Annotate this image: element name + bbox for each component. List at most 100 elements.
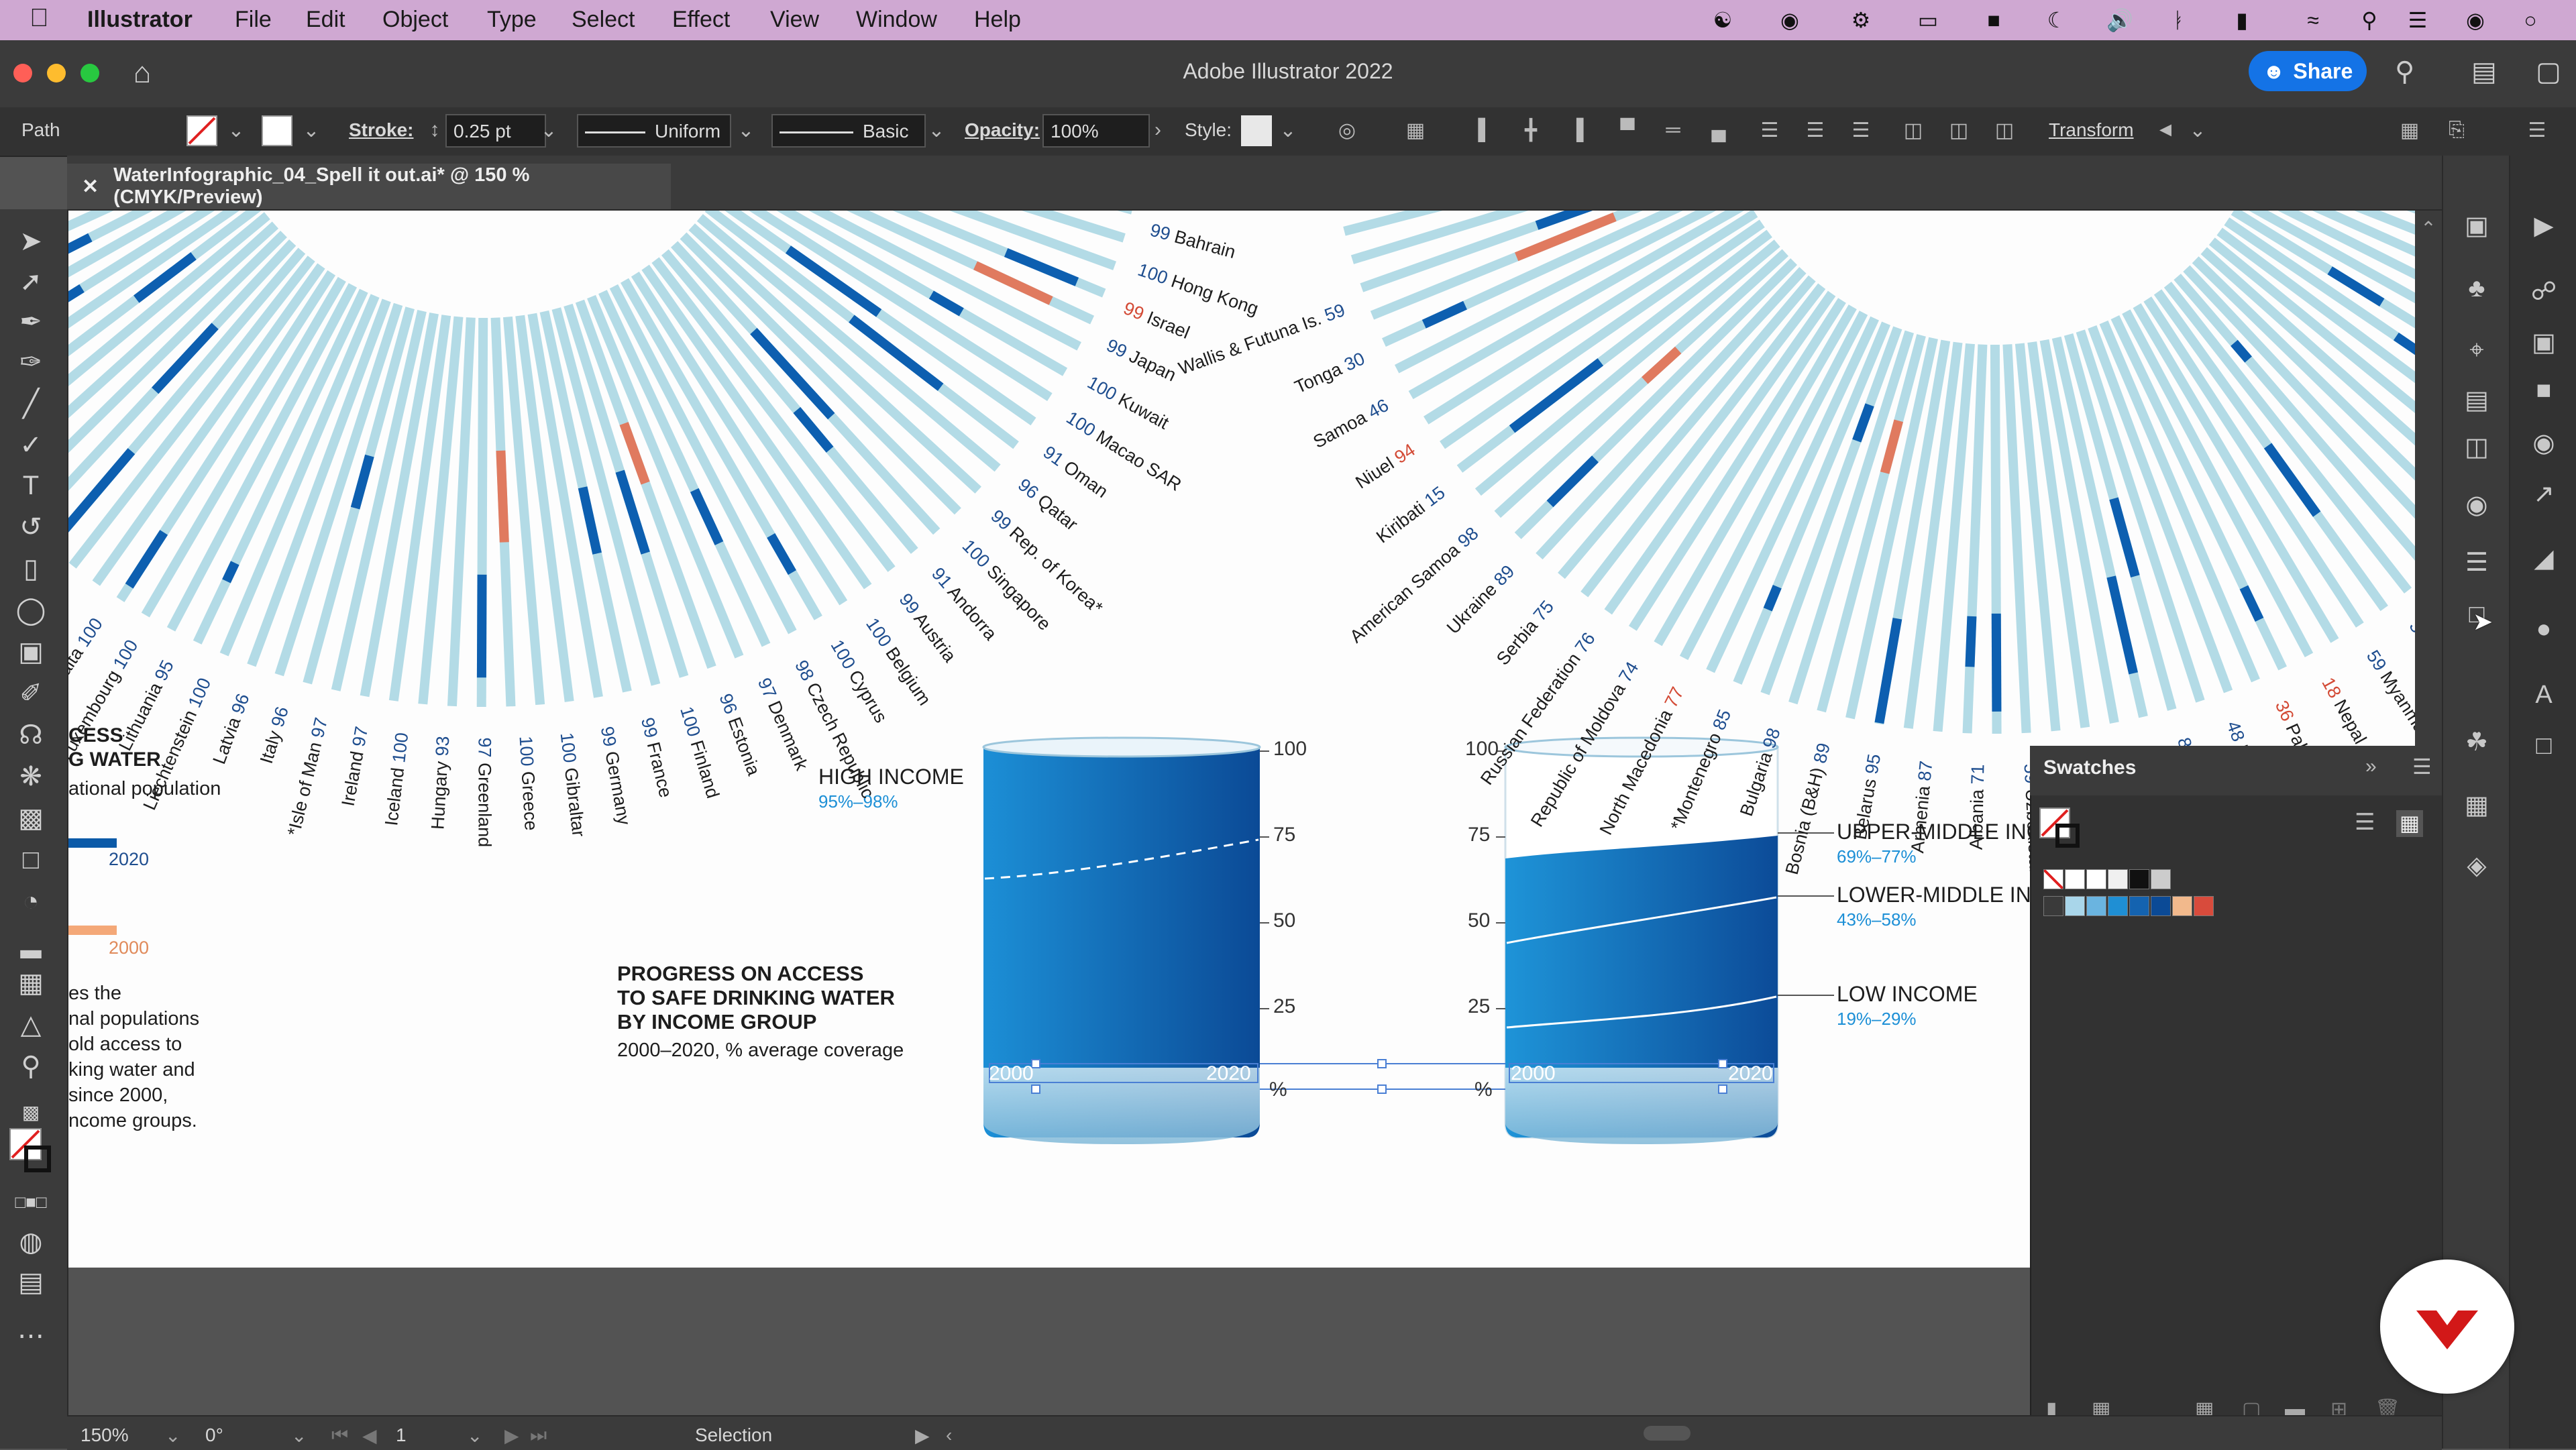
align-vertical-center-icon[interactable]: ═: [1658, 115, 1688, 145]
distribute-vertical-center-icon[interactable]: ☰: [1801, 115, 1830, 145]
eraser-tool-icon[interactable]: ▯: [12, 550, 50, 588]
night-mode-icon[interactable]: ☾: [2042, 7, 2072, 34]
align-panel-icon[interactable]: ▤: [2458, 381, 2496, 419]
link-options-icon[interactable]: ⎘: [2442, 115, 2471, 145]
bluetooth-icon[interactable]: ᛓ: [2164, 7, 2194, 34]
slice-tool-icon[interactable]: ▦: [12, 964, 50, 1002]
anchor-handle[interactable]: [1377, 1059, 1387, 1068]
style-chevron-icon[interactable]: ⌄: [1273, 115, 1303, 145]
transparency-panel-icon[interactable]: ◢: [2525, 539, 2563, 577]
distribute-right-icon[interactable]: ◫: [1990, 115, 2019, 145]
document-tab[interactable]: ✕ WaterInfographic_04_Spell it out.ai* @…: [67, 164, 671, 209]
pen-tool-icon[interactable]: ✒: [12, 303, 50, 341]
search-icon[interactable]: ⚲: [2395, 56, 2428, 90]
color-panel-icon[interactable]: ●: [2525, 610, 2563, 648]
zoom-tool-icon[interactable]: ⚲: [12, 1048, 50, 1085]
direct-selection-tool-icon[interactable]: ➚: [12, 263, 50, 300]
pie-graph-tool-icon[interactable]: ◔: [12, 883, 50, 920]
next-artboard-icon[interactable]: ▶: [504, 1425, 519, 1447]
edit-toolbar-icon[interactable]: ⋯: [12, 1317, 50, 1355]
color-swatch[interactable]: [2129, 869, 2149, 889]
battery-icon[interactable]: ▮: [2227, 7, 2257, 34]
layers-panel-icon[interactable]: ◈: [2458, 846, 2496, 884]
shape-builder-tool-icon[interactable]: ◯: [12, 592, 50, 629]
align-right-icon[interactable]: ▐: [1562, 115, 1591, 145]
artboard-tool-icon[interactable]: □: [12, 841, 50, 879]
eyedropper-tool-icon[interactable]: ✐: [12, 675, 50, 712]
distribute-top-icon[interactable]: ☰: [1755, 115, 1784, 145]
menu-select[interactable]: Select: [572, 7, 635, 33]
align-to-selection-icon[interactable]: ▦: [1401, 115, 1430, 145]
glyphs-panel-icon[interactable]: □: [2525, 727, 2563, 765]
opacity-input[interactable]: 100%: [1042, 114, 1150, 148]
creative-cloud-icon[interactable]: ☯: [1708, 7, 1737, 34]
close-tab-icon[interactable]: ✕: [82, 175, 99, 199]
menu-type[interactable]: Type: [487, 7, 537, 33]
perspective-grid-tool-icon[interactable]: △: [12, 1006, 50, 1044]
collapse-panel-icon[interactable]: »: [2365, 755, 2377, 778]
distribute-left-icon[interactable]: ◫: [1898, 115, 1928, 145]
stroke-label[interactable]: Stroke:: [349, 119, 413, 141]
asset-export-icon[interactable]: ■: [2525, 372, 2563, 409]
color-swatch[interactable]: [2065, 896, 2085, 916]
opacity-chevron-icon[interactable]: ›: [1143, 115, 1173, 145]
properties-panel-icon[interactable]: ▣: [2458, 207, 2496, 244]
menu-object[interactable]: Object: [382, 7, 448, 33]
stroke-weight-input[interactable]: 0.25 pt: [445, 114, 546, 148]
align-left-icon[interactable]: ▌: [1470, 115, 1500, 145]
fill-none-swatch[interactable]: [186, 115, 217, 146]
distribute-bottom-icon[interactable]: ☰: [1846, 115, 1876, 145]
stroke-color-chevron-icon[interactable]: ⌄: [297, 115, 326, 145]
transform-link[interactable]: Transform: [2049, 119, 2134, 141]
appearance-panel-icon[interactable]: ◉: [2458, 486, 2496, 523]
variable-width-profile-select[interactable]: Uniform: [577, 114, 731, 148]
user-switch-icon[interactable]: ○: [2516, 7, 2545, 34]
control-bar-menu-icon[interactable]: ☰: [2522, 115, 2552, 145]
display-icon[interactable]: ▭: [1913, 7, 1943, 34]
character-panel-icon[interactable]: A: [2525, 676, 2563, 714]
stroke-weight-chevron-icon[interactable]: ⌄: [534, 115, 564, 145]
blend-tool-icon[interactable]: ☊: [12, 716, 50, 754]
align-top-icon[interactable]: ▀: [1613, 115, 1642, 145]
volume-icon[interactable]: 🔊: [2105, 7, 2135, 34]
symbols-panel-icon[interactable]: ☘: [2458, 723, 2496, 761]
line-segment-tool-icon[interactable]: ╱: [12, 385, 50, 423]
rotation-chevron-icon[interactable]: ⌄: [291, 1425, 307, 1447]
distribute-horizontal-center-icon[interactable]: ◫: [1944, 115, 1974, 145]
graphic-style-swatch[interactable]: [1241, 115, 1272, 146]
artboard-number[interactable]: 1: [396, 1425, 407, 1446]
align-horizontal-center-icon[interactable]: ╋: [1516, 115, 1546, 145]
arrange-documents-icon[interactable]: ▤: [2471, 56, 2505, 90]
artboards-panel-icon[interactable]: ▣: [2525, 323, 2563, 361]
column-graph-tool-icon[interactable]: ▂: [12, 924, 50, 962]
screen-record-icon[interactable]: ◉: [1775, 7, 1805, 34]
panel-options-grid-icon[interactable]: ▦: [2395, 115, 2424, 145]
color-swatch[interactable]: [2151, 869, 2171, 889]
export-icon[interactable]: ↗: [2525, 475, 2563, 512]
color-swatch[interactable]: [2129, 896, 2149, 916]
previous-artboard-icon[interactable]: ◀: [362, 1425, 377, 1447]
workspace-switcher-icon[interactable]: ▢: [2536, 56, 2569, 90]
swatches-panel-title[interactable]: Swatches: [2043, 757, 2136, 779]
stroke-panel-icon[interactable]: ☰: [2458, 543, 2496, 581]
fill-dropdown-chevron-icon[interactable]: ⌄: [221, 115, 251, 145]
menu-file[interactable]: File: [235, 7, 272, 33]
default-colors-icon[interactable]: ▩: [12, 1093, 50, 1131]
libraries-panel-icon[interactable]: ♣: [2458, 270, 2496, 307]
stroke-color-box[interactable]: [24, 1146, 51, 1172]
pathfinder-panel-icon[interactable]: ◫: [2458, 428, 2496, 465]
menu-help[interactable]: Help: [974, 7, 1021, 33]
links-panel-icon[interactable]: ☍: [2525, 272, 2563, 310]
screen-mode-icon[interactable]: ▤: [12, 1264, 50, 1301]
menu-view[interactable]: View: [770, 7, 819, 33]
control-center-icon[interactable]: ☰: [2403, 7, 2432, 34]
panel-menu-icon[interactable]: ☰: [2412, 754, 2432, 779]
profile-chevron-icon[interactable]: ⌄: [731, 115, 761, 145]
free-transform-tool-icon[interactable]: ▣: [12, 633, 50, 671]
curvature-tool-icon[interactable]: ✑: [12, 343, 50, 381]
color-swatch[interactable]: [2151, 896, 2171, 916]
wifi-icon[interactable]: ≈: [2298, 7, 2328, 34]
camera-icon[interactable]: ■: [1979, 7, 2008, 34]
zoom-level[interactable]: 150%: [80, 1425, 129, 1446]
color-swatch[interactable]: [2065, 869, 2085, 889]
